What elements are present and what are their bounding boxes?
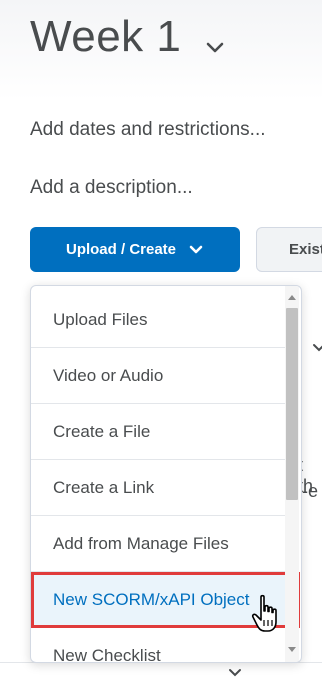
chevron-down-icon	[229, 669, 241, 677]
upload-create-label: Upload / Create	[65, 241, 177, 258]
menu-item-upload-files[interactable]: Upload Files	[31, 292, 286, 348]
scroll-down-arrow-icon[interactable]	[288, 647, 296, 652]
menu-item-add-from-manage-files[interactable]: Add from Manage Files	[31, 516, 286, 572]
menu-item-new-checklist[interactable]: New Checklist	[31, 628, 286, 663]
hand-pointer-cursor-icon	[251, 594, 277, 632]
menu-item-create-file[interactable]: Create a File	[31, 404, 286, 460]
scrollbar-thumb[interactable]	[286, 308, 298, 500]
scroll-up-arrow-icon[interactable]	[288, 295, 296, 300]
menu-item-create-link[interactable]: Create a Link	[31, 460, 286, 516]
dropdown-scrollbar[interactable]	[285, 286, 299, 662]
menu-item-video-audio[interactable]: Video or Audio	[31, 348, 286, 404]
chevron-down-icon	[313, 344, 322, 352]
chevron-down-icon	[189, 245, 203, 253]
background-text: -e	[302, 481, 319, 501]
add-dates-link[interactable]: Add dates and restrictions...	[30, 119, 266, 141]
add-description-link[interactable]: Add a description...	[30, 177, 193, 199]
upload-create-button[interactable]: Upload / Create	[30, 227, 240, 272]
chevron-down-icon[interactable]	[204, 40, 226, 56]
page-title: Week 1	[30, 12, 182, 61]
existing-activities-button[interactable]: Exist	[256, 227, 322, 272]
dropdown-list: Upload Files Video or Audio Create a Fil…	[31, 292, 300, 663]
